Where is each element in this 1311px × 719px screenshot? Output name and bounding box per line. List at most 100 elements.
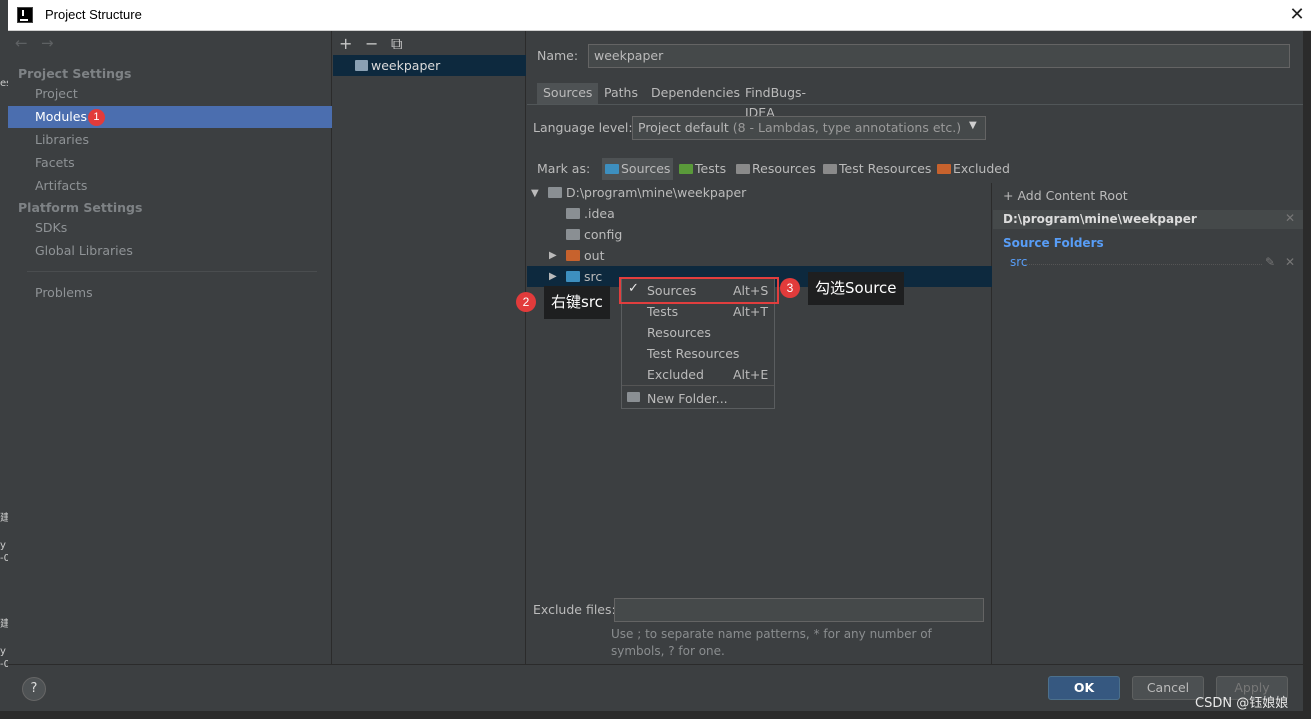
tests-folder-icon [679,164,693,174]
folder-icon [566,229,580,240]
step-2-callout: 右键src [544,286,610,319]
content-root-path: D:\program\mine\weekpaper [993,210,1303,229]
sidebar-item-label: Global Libraries [35,243,133,258]
edit-icon[interactable]: ✎ [1265,255,1275,269]
sidebar-item-artifacts[interactable]: Artifacts [8,175,332,197]
ok-button[interactable]: OK [1048,676,1120,700]
mark-resources-button[interactable]: Resources [733,158,819,180]
menu-item-new-folder[interactable]: New Folder... [623,388,775,409]
sidebar-item-label: Artifacts [35,178,88,193]
tab-sources[interactable]: Sources [537,83,599,105]
tree-item-idea[interactable]: .idea [584,203,615,224]
help-button[interactable]: ? [22,677,46,701]
step-1-badge: 1 [87,109,105,126]
forward-arrow-icon[interactable]: → [41,34,54,52]
remove-icon[interactable]: − [365,34,391,53]
mark-sources-button[interactable]: Sources [602,158,674,180]
remove-source-icon[interactable]: ✕ [1285,255,1295,269]
sidebar-item-project[interactable]: Project [8,83,332,105]
tree-item-src[interactable]: src [584,266,602,287]
sources-folder-icon [566,271,580,282]
step-2-badge: 2 [516,292,536,312]
menu-shortcut: Alt+T [733,304,769,319]
menu-item-tests[interactable]: Tests Alt+T [623,301,775,322]
close-icon[interactable]: ✕ [1285,3,1309,27]
menu-separator [622,385,774,386]
background-window-strip [1303,31,1311,719]
mark-label: Tests [695,161,727,176]
back-arrow-icon[interactable]: ← [15,34,28,52]
expand-right-icon[interactable]: ▶ [549,250,557,261]
menu-item-test-resources[interactable]: Test Resources [623,343,775,364]
tree-item-out[interactable]: out [584,245,604,266]
menu-item-excluded[interactable]: Excluded Alt+E [623,364,775,385]
remove-root-icon[interactable]: ✕ [1285,211,1295,225]
modules-toolbar: + − ⧉ [339,34,417,54]
background-text: y [0,540,6,551]
exclude-files-input[interactable] [614,598,984,622]
mark-tests-button[interactable]: Tests [676,158,729,180]
mark-excluded-button[interactable]: Excluded [934,158,1013,180]
menu-label: Test Resources [647,346,740,361]
cancel-button[interactable]: Cancel [1132,676,1204,700]
module-folder-icon [355,60,368,71]
sidebar-item-label: SDKs [35,220,68,235]
test-resources-folder-icon [823,164,837,174]
language-level-detail: (8 - Lambdas, type annotations etc.) [732,120,962,135]
mark-test-resources-button[interactable]: Test Resources [820,158,934,180]
menu-label: Tests [647,304,679,319]
mark-label: Sources [621,161,671,176]
copy-icon[interactable]: ⧉ [391,34,417,54]
modules-list [333,31,526,664]
add-content-root-button[interactable]: + Add Content Root [1003,188,1128,203]
step-3-badge: 3 [780,278,800,298]
section-project-settings: Project Settings [18,66,132,81]
tab-dependencies[interactable]: Dependencies [645,83,746,105]
language-level-value: Project default [638,120,729,135]
watermark: CSDN @钰娘娘 [1195,696,1289,711]
source-folder-item[interactable]: src [1010,255,1028,269]
exclude-files-hint: Use ; to separate name patterns, * for a… [611,627,932,658]
sidebar-item-label: Facets [35,155,75,170]
mark-label: Test Resources [839,161,932,176]
menu-label: Resources [647,325,711,340]
sidebar-item-libraries[interactable]: Libraries [8,129,332,151]
mark-label: Resources [752,161,816,176]
sidebar-item-sdks[interactable]: SDKs [8,217,332,239]
settings-sidebar: ← → Project Settings Project Modules 1 Li… [8,31,332,664]
sidebar-item-facets[interactable]: Facets [8,152,332,174]
tab-findbugs[interactable]: FindBugs-IDEA [739,83,812,120]
sidebar-item-modules[interactable]: Modules 1 [8,106,332,128]
excluded-folder-icon [566,250,580,261]
divider [27,271,317,272]
tab-paths[interactable]: Paths [598,83,644,105]
tab-underline [527,104,1303,105]
expand-down-icon[interactable]: ▼ [531,188,539,199]
expand-right-icon[interactable]: ▶ [549,271,557,282]
menu-label: New Folder... [647,391,728,406]
folder-icon [566,208,580,219]
highlight-box [619,277,779,304]
menu-item-resources[interactable]: Resources [623,322,775,343]
menu-label: Excluded [647,367,704,382]
add-icon[interactable]: + [339,34,365,53]
folder-icon [548,187,562,198]
tree-root[interactable]: D:\program\mine\weekpaper [566,182,746,203]
exclude-files-label: Exclude files: [533,602,616,617]
sidebar-item-label: Project [35,86,78,101]
content-root-panel [993,183,1303,664]
step-3-callout: 勾选Source [808,272,904,305]
resources-folder-icon [736,164,750,174]
mark-as-label: Mark as: [537,161,591,176]
tree-item-config[interactable]: config [584,224,622,245]
sidebar-item-label: Modules [35,109,87,124]
dropdown-arrow-icon: ▼ [969,120,977,131]
title-bar: Project Structure ✕ [8,0,1311,31]
sidebar-item-label: Libraries [35,132,89,147]
window-title: Project Structure [45,7,142,22]
language-level-select[interactable]: Project default (8 - Lambdas, type annot… [632,116,986,140]
source-folders-heading: Source Folders [1003,236,1104,250]
sidebar-item-problems[interactable]: Problems [8,282,332,304]
sidebar-item-global-libraries[interactable]: Global Libraries [8,240,332,262]
module-name-input[interactable]: weekpaper [588,44,1290,68]
